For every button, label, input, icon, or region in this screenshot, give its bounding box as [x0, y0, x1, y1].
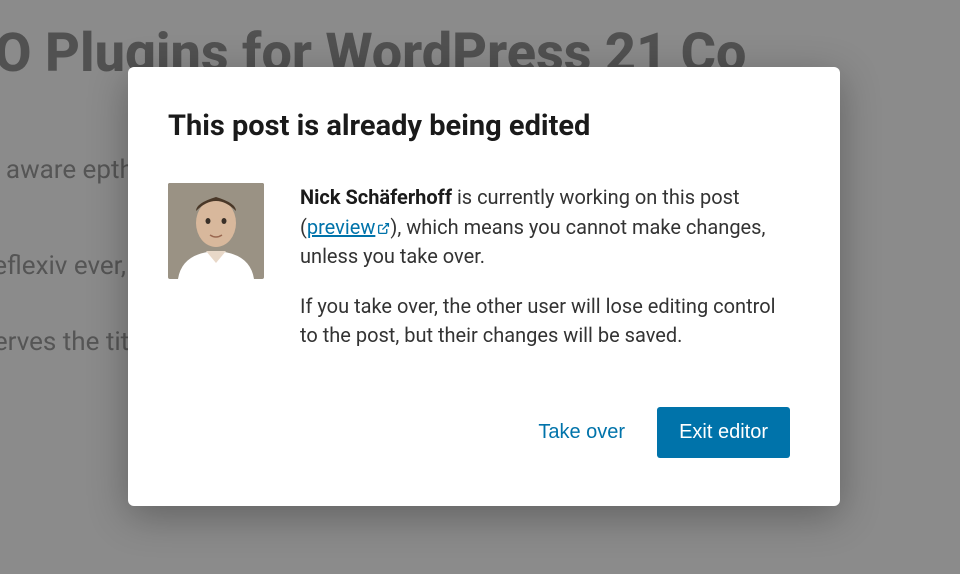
- take-over-button[interactable]: Take over: [534, 413, 629, 452]
- modal-body: Nick Schäferhoff is currently working on…: [168, 183, 790, 371]
- external-link-icon: [377, 214, 390, 227]
- preview-link[interactable]: preview: [307, 215, 391, 239]
- post-lock-modal: This post is already being edited Nick S…: [128, 67, 840, 506]
- modal-message: Nick Schäferhoff is currently working on…: [300, 183, 790, 371]
- modal-actions: Take over Exit editor: [168, 407, 790, 458]
- exit-editor-button[interactable]: Exit editor: [657, 407, 790, 458]
- lock-message-2: If you take over, the other user will lo…: [300, 292, 790, 351]
- modal-title: This post is already being edited: [168, 109, 790, 143]
- lock-message-1: Nick Schäferhoff is currently working on…: [300, 183, 790, 272]
- avatar: [168, 183, 264, 279]
- editor-name: Nick Schäferhoff: [300, 185, 452, 209]
